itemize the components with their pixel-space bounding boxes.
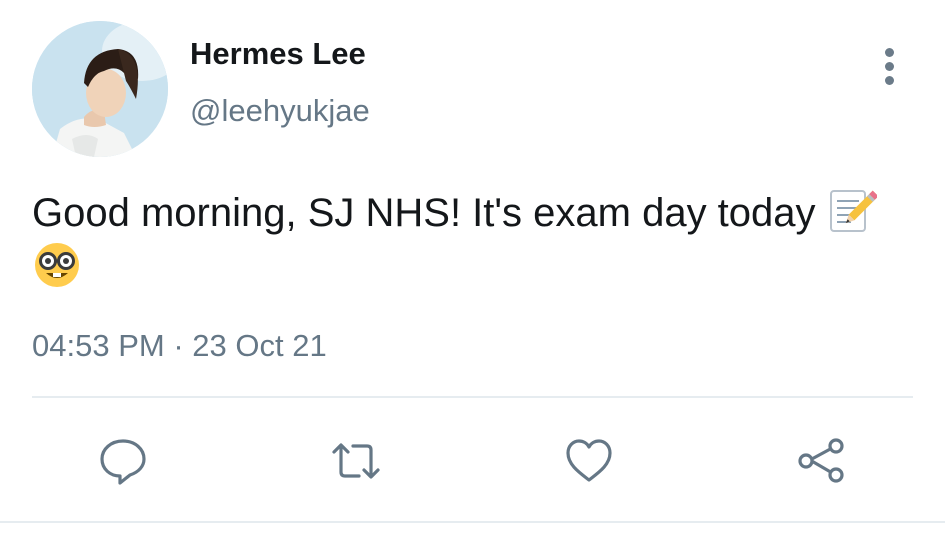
more-options-button[interactable]: [872, 44, 908, 88]
more-dot-icon: [885, 62, 894, 71]
retweet-button[interactable]: [329, 434, 383, 488]
tweet-text: Good morning, SJ NHS! It's exam day toda…: [32, 191, 816, 235]
bottom-divider: [0, 521, 945, 523]
speech-bubble-icon: [100, 439, 146, 485]
reply-button[interactable]: [96, 434, 150, 488]
author-handle[interactable]: @leehyukjae: [190, 93, 370, 129]
like-button[interactable]: [562, 434, 616, 488]
timestamp-separator: ·: [173, 328, 184, 363]
tweet-time: 04:53 PM: [32, 328, 165, 363]
author-avatar[interactable]: [32, 21, 168, 157]
divider: [32, 396, 913, 398]
share-button[interactable]: [795, 434, 849, 488]
share-nodes-icon: [798, 438, 844, 483]
retweet-arrows-icon: [332, 443, 380, 479]
avatar-photo: [32, 21, 168, 157]
more-dot-icon: [885, 76, 894, 85]
memo-icon: [827, 185, 879, 235]
author-display-name[interactable]: Hermes Lee: [190, 36, 366, 72]
tweet-body: Good morning, SJ NHS! It's exam day toda…: [32, 185, 892, 295]
more-dot-icon: [885, 48, 894, 57]
tweet-date: 23 Oct 21: [192, 328, 327, 363]
tweet-timestamp[interactable]: 04:53 PM · 23 Oct 21: [32, 328, 327, 364]
nerd-face-icon: [32, 240, 82, 290]
heart-outline-icon: [566, 439, 612, 482]
